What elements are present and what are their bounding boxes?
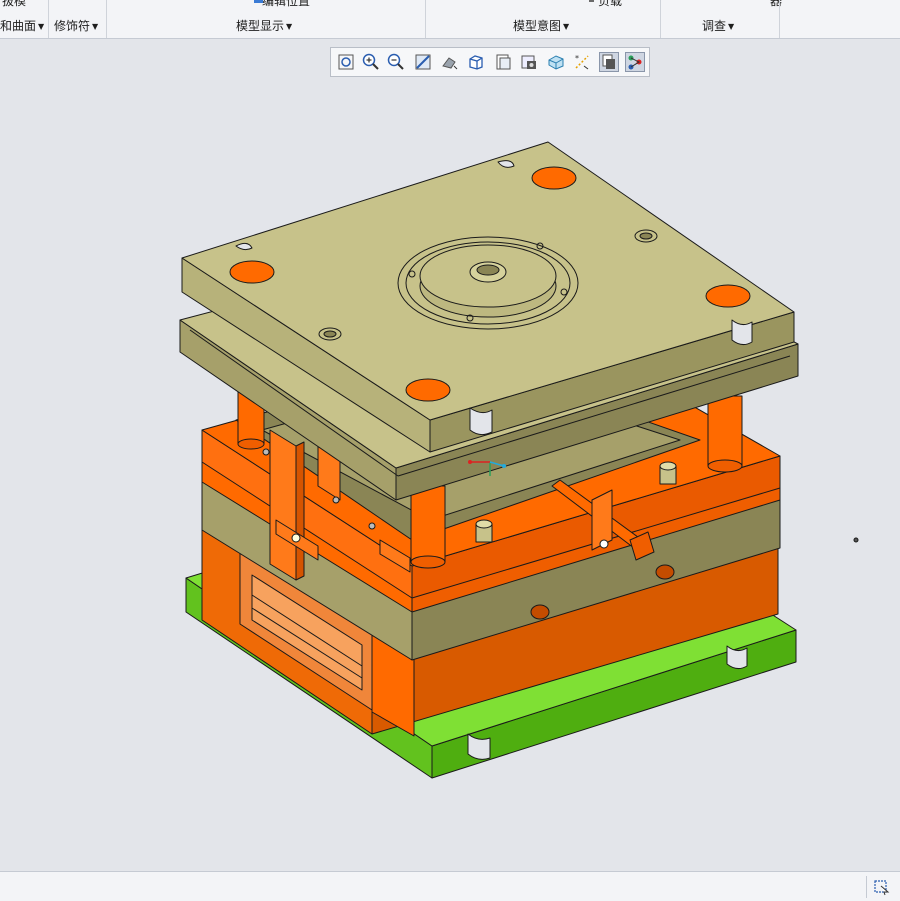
mold-assembly-model[interactable]: .k1 { fill:#c7c28a; } .k2 { fill:#a6a06a…: [0, 39, 900, 871]
ribbon-group-modifiers: 修饰符 ▼: [48, 0, 107, 38]
group-label-investigate[interactable]: 调查 ▼: [702, 17, 734, 34]
group-label-model-display[interactable]: 模型显示 ▼: [236, 17, 292, 34]
move-icon: [254, 0, 263, 3]
ribbon-group-model-intent: 模型意图 ▼: [425, 0, 661, 38]
group-label-surfaces[interactable]: 和曲面 ▼: [0, 17, 44, 34]
ribbon-group-investigate: 调查 ▼: [660, 0, 780, 38]
group-label-modifiers[interactable]: 修饰符 ▼: [54, 17, 98, 34]
ribbon: 拔模 编辑位置 负载 器 和曲面 ▼ 修饰符 ▼ 模型显示 ▼ 模型意图 ▼ 调查 ▼: [0, 0, 900, 39]
group-label-model-intent[interactable]: 模型意图 ▼: [513, 17, 569, 34]
load-icon: [589, 0, 594, 2]
status-separator: [866, 876, 867, 898]
selection-filter-icon[interactable]: [872, 878, 890, 896]
status-bar: [0, 871, 900, 901]
graphics-window[interactable]: .k1 { fill:#c7c28a; } .k2 { fill:#a6a06a…: [0, 39, 900, 871]
ribbon-group-surfaces: 和曲面 ▼: [0, 0, 49, 38]
ribbon-group-model-display: 模型显示 ▼: [106, 0, 426, 38]
